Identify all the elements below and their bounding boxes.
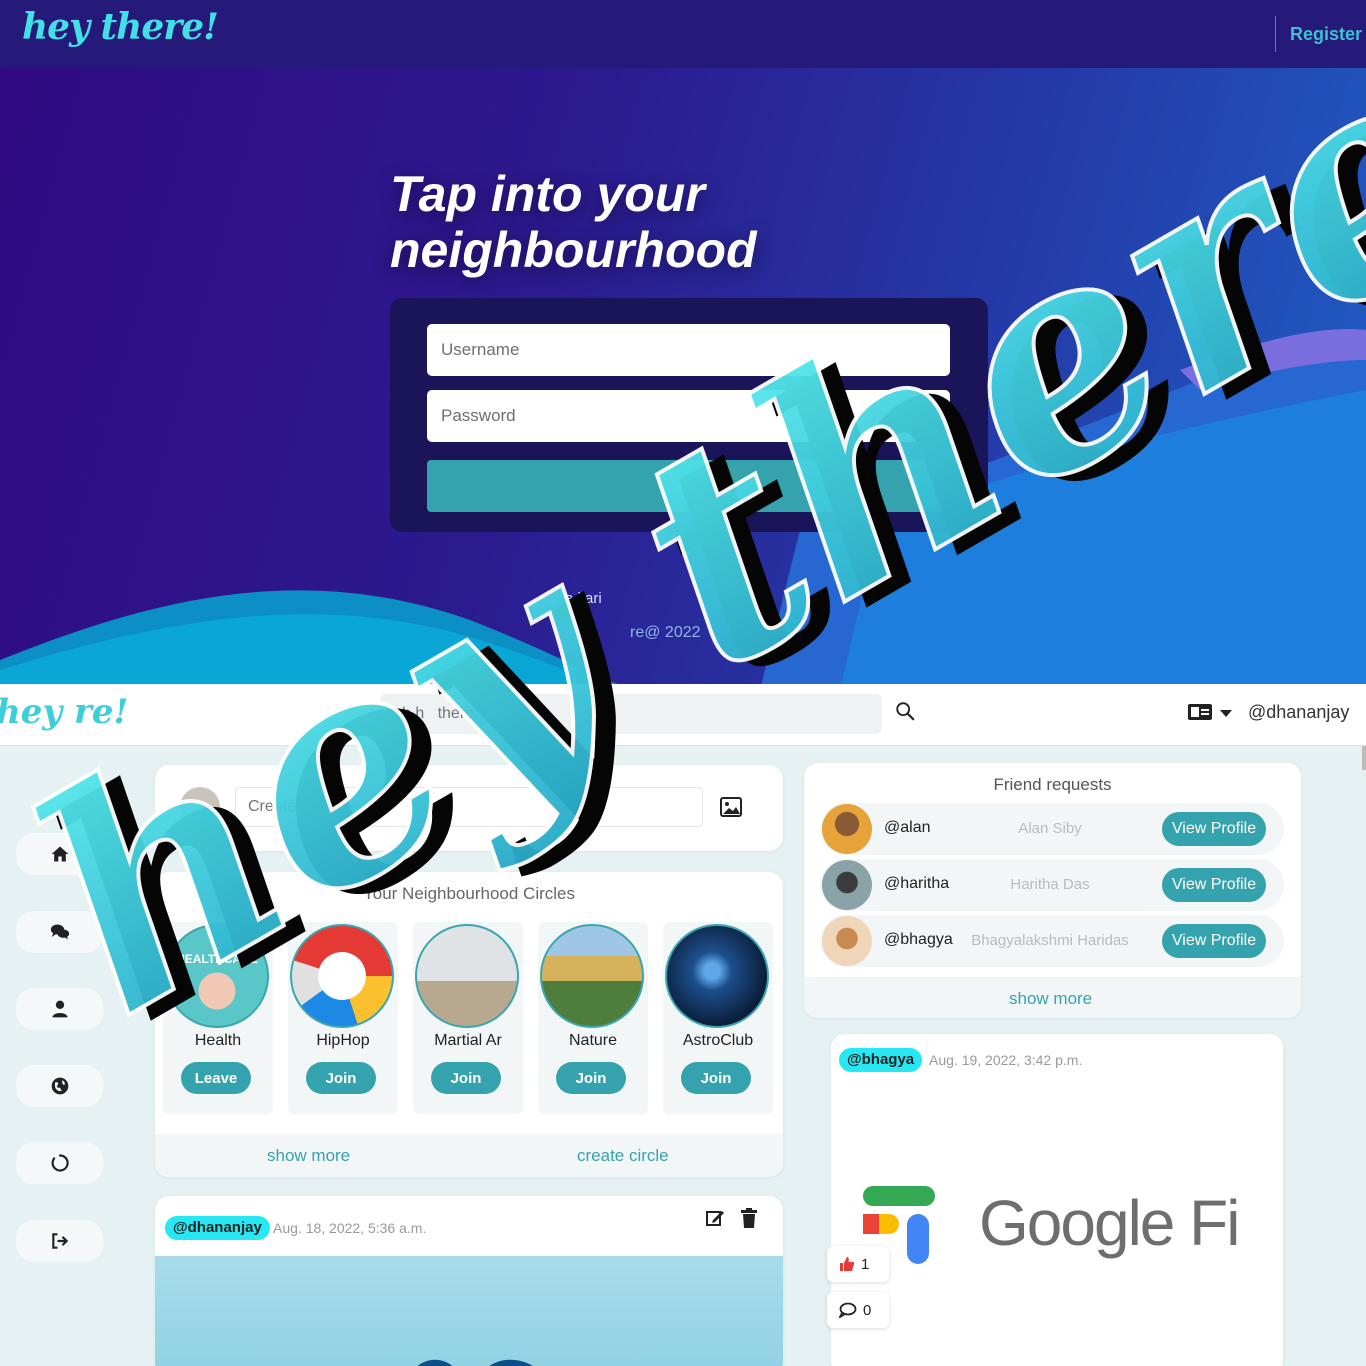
post-card: @dhananjay Aug. 18, 2022, 5:36 a.m. (155, 1196, 783, 1366)
comment-count: 0 (863, 1301, 872, 1319)
profile-icon (52, 1000, 67, 1018)
join-circle-button[interactable]: Join (681, 1062, 751, 1094)
chat-icon (50, 924, 69, 940)
logout-icon (51, 1233, 68, 1249)
post-author[interactable]: @dhananjay (165, 1216, 270, 1240)
circles-footer: show more create circle (155, 1134, 783, 1177)
comment-button[interactable]: 0 (827, 1292, 889, 1328)
like-count: 1 (861, 1255, 870, 1273)
circle-name: Health (194, 1032, 242, 1049)
current-user[interactable]: @dhananjay (1248, 702, 1349, 723)
avatar (822, 804, 872, 854)
chevron-down-icon[interactable] (1220, 710, 1232, 717)
circle-name: AstroClub (682, 1032, 754, 1049)
post-date: Aug. 19, 2022, 3:42 p.m. (929, 1052, 1083, 1068)
view-profile-button[interactable]: View Profile (1162, 924, 1266, 958)
post-date: Aug. 18, 2022, 5:36 a.m. (273, 1220, 427, 1236)
friend-request-row: @alan Alan Siby View Profile (820, 803, 1284, 855)
circle-tile: HEALTHCARE Health Leave (163, 922, 273, 1114)
friend-requests-footer: show more (804, 977, 1301, 1018)
friend-handle: @bhagya (884, 931, 953, 948)
password-input[interactable] (427, 390, 950, 442)
sidebar-profile[interactable] (16, 988, 103, 1030)
friend-handle: @haritha (884, 875, 950, 892)
username-input[interactable] (427, 324, 950, 376)
circle-name: Nature (568, 1032, 618, 1049)
circle-image (290, 924, 394, 1028)
post-author[interactable]: @bhagya (839, 1048, 923, 1072)
post-image (155, 1256, 783, 1366)
thumbs-up-icon (840, 1257, 855, 1271)
join-circle-button[interactable]: Join (431, 1062, 501, 1094)
globe-icon (51, 1077, 68, 1095)
edit-icon[interactable] (705, 1208, 725, 1228)
friend-request-row: @bhagya Bhagyalakshmi Haridas View Profi… (820, 915, 1284, 967)
register-link[interactable]: Register (1274, 16, 1362, 52)
search-icon[interactable] (894, 700, 916, 722)
view-profile-button[interactable]: View Profile (1162, 812, 1266, 846)
app-navbar: hey re! @dhananjay (0, 684, 1366, 746)
friend-name: Haritha Das (1010, 876, 1090, 893)
sidebar-logout[interactable] (16, 1220, 103, 1262)
image-upload-icon[interactable] (720, 797, 742, 817)
circle-image (540, 924, 644, 1028)
circle-icon (51, 1154, 69, 1172)
friend-request-row: @haritha Haritha Das View Profile (820, 859, 1284, 911)
login-button[interactable]: Lo (427, 460, 950, 512)
search-input[interactable] (380, 694, 882, 734)
friend-handle: @alan (884, 819, 931, 836)
circles-title: Your Neighbourhood Circles (362, 884, 575, 903)
circle-tile: HipHop Join (288, 922, 398, 1114)
friend-name: Bhagyalakshmi Haridas (971, 932, 1129, 949)
circle-name: HipHop (316, 1032, 370, 1049)
home-icon (51, 846, 68, 862)
create-circle-link[interactable]: create circle (577, 1146, 669, 1166)
footer-tagline: a l ari (565, 590, 602, 607)
friend-requests-card: Friend requests @alan Alan Siby View Pro… (804, 763, 1301, 1018)
scrollbar[interactable] (1362, 746, 1366, 770)
avatar (822, 860, 872, 910)
landing-page: hey there! Register Tap into your neighb… (0, 0, 1366, 690)
friend-name: Alan Siby (1018, 820, 1082, 837)
landing-navbar: hey there! Register (0, 0, 1366, 68)
create-post-card (155, 765, 783, 851)
comment-icon (839, 1302, 857, 1318)
friend-requests-title: Friend requests (993, 775, 1112, 794)
circle-image (415, 924, 519, 1028)
circle-image (665, 924, 769, 1028)
circle-name: Martial Ar (434, 1032, 502, 1049)
delete-icon[interactable] (740, 1208, 758, 1228)
create-post-input[interactable] (235, 787, 703, 827)
neighbourhood-circles-card: Your Neighbourhood Circles HEALTHCARE He… (155, 872, 783, 1177)
join-circle-button[interactable]: Join (306, 1062, 376, 1094)
circle-image: HEALTHCARE (165, 924, 269, 1028)
circle-tile: AstroClub Join (663, 922, 773, 1114)
view-profile-button[interactable]: View Profile (1162, 868, 1266, 902)
sidebar-circles[interactable] (16, 1142, 103, 1184)
hero-title: Tap into your neighbourhood (390, 166, 757, 278)
app-logo[interactable]: hey re! (0, 692, 128, 732)
circle-image-text: HEALTHCARE (176, 952, 258, 966)
join-circle-button[interactable]: Join (556, 1062, 626, 1094)
sidebar-globe[interactable] (16, 1065, 103, 1107)
circle-tile: Martial Ar Join (413, 922, 523, 1114)
post-card: @bhagya Aug. 19, 2022, 3:42 p.m. Google … (827, 1034, 1283, 1366)
avatar (822, 916, 872, 966)
sidebar-home[interactable] (16, 833, 103, 875)
post-image-text: Google Fi (979, 1187, 1240, 1259)
like-button[interactable]: 1 (827, 1246, 889, 1282)
leave-circle-button[interactable]: Leave (181, 1062, 251, 1094)
footer-copyright: re@ 2022 (630, 624, 701, 641)
circle-tile: Nature Join (538, 922, 648, 1114)
landing-logo[interactable]: hey there! (22, 6, 219, 48)
sidebar-chat[interactable] (16, 911, 103, 953)
circles-show-more-link[interactable]: show more (267, 1146, 350, 1166)
language-icon[interactable] (1188, 704, 1212, 720)
login-card: Lo (390, 298, 988, 532)
friends-show-more-link[interactable]: show more (1009, 989, 1092, 1009)
avatar (180, 787, 220, 827)
